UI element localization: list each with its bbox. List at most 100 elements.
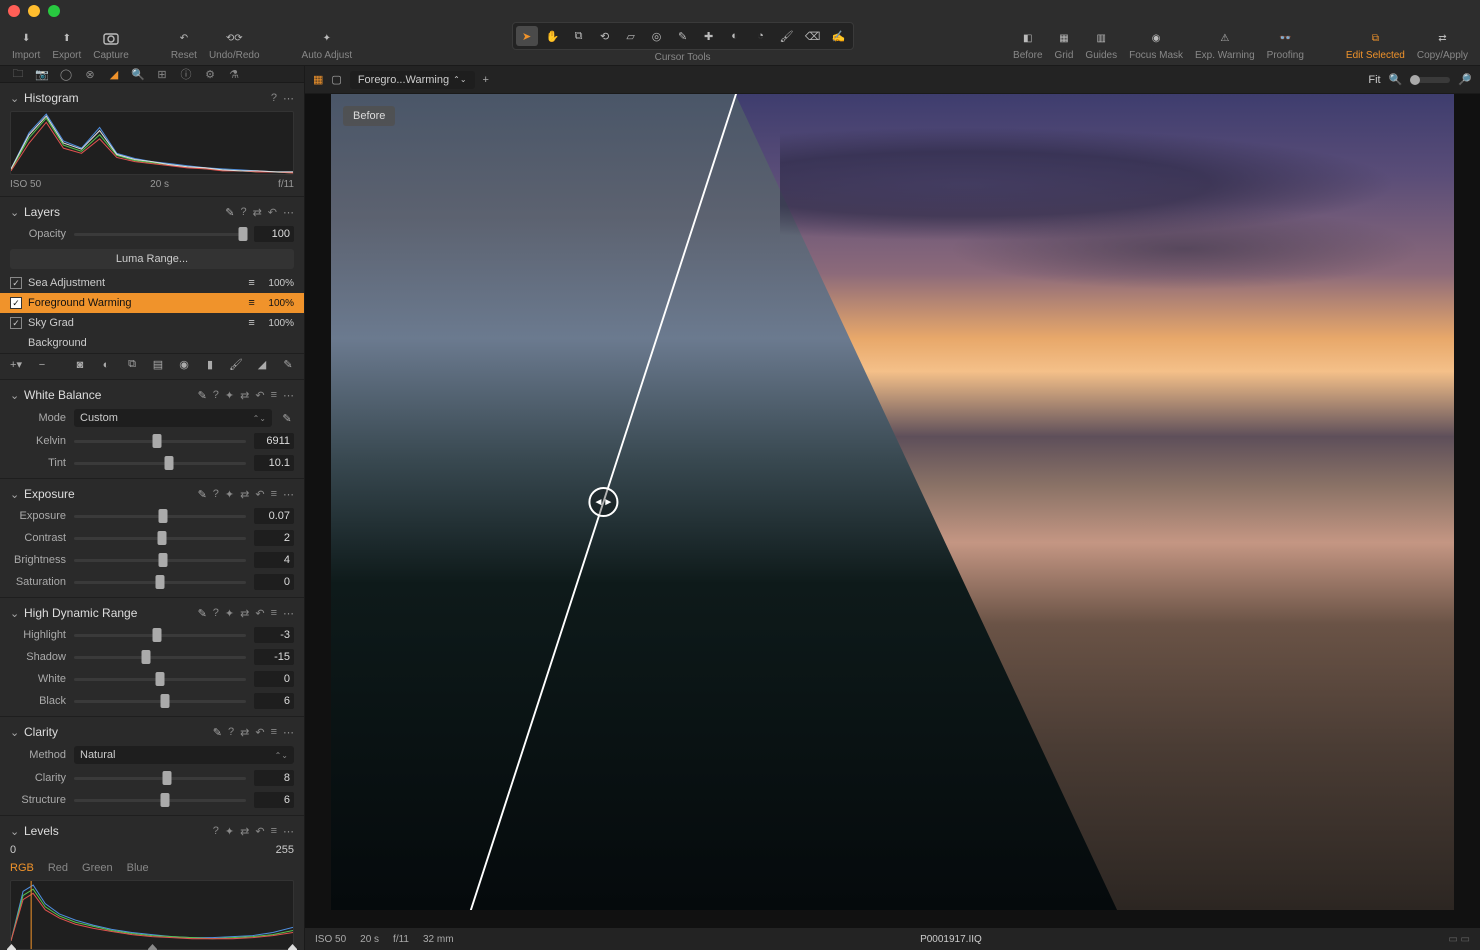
- radial-mask-icon[interactable]: ◉: [176, 358, 192, 371]
- erase-mask-icon[interactable]: ◢: [254, 358, 270, 371]
- color-tab-icon[interactable]: ⊗: [82, 66, 98, 82]
- zoom-out-icon[interactable]: 🔍: [1389, 73, 1403, 86]
- settings-tab-icon[interactable]: ⚙: [202, 66, 218, 82]
- exposure-exposure-slider[interactable]: [74, 509, 246, 523]
- draw-mask-icon[interactable]: ✎: [280, 358, 296, 371]
- chevron-down-icon[interactable]: ⌄: [10, 607, 18, 620]
- channel-tab[interactable]: Red: [48, 862, 68, 874]
- rating-widget-icon[interactable]: ▭ ▭: [1448, 934, 1470, 945]
- tint-slider[interactable]: [74, 456, 246, 470]
- variant-selector[interactable]: Foregro...Warming⌃⌄: [350, 71, 475, 89]
- chevron-down-icon[interactable]: ⌄: [10, 726, 18, 739]
- library-tab-icon[interactable]: 🗀: [10, 66, 26, 82]
- brush-icon[interactable]: ✎: [225, 206, 234, 219]
- reset-icon[interactable]: ↶: [255, 488, 264, 501]
- hdr-black-slider[interactable]: [74, 694, 246, 708]
- help-icon[interactable]: ?: [213, 825, 219, 837]
- add-variant-icon[interactable]: +: [483, 74, 489, 86]
- zoom-slider[interactable]: [1410, 77, 1450, 83]
- preset-icon[interactable]: ≡: [271, 389, 277, 401]
- eraser-tool-icon[interactable]: ⌫: [802, 26, 824, 46]
- layer-item[interactable]: ✓Sky Grad≡100%: [0, 313, 304, 333]
- hdr-white-slider[interactable]: [74, 672, 246, 686]
- chevron-down-icon[interactable]: ⌄: [10, 389, 18, 402]
- edit-selected-button[interactable]: ⧉Edit Selected: [1340, 27, 1411, 63]
- exposure-tab-icon[interactable]: ◢: [106, 66, 122, 82]
- details-tab-icon[interactable]: 🔍: [130, 66, 146, 82]
- layer-item[interactable]: Background: [0, 333, 304, 353]
- capture-button[interactable]: Capture: [87, 27, 135, 63]
- chevron-down-icon[interactable]: ⌄: [10, 488, 18, 501]
- heal-tool-icon[interactable]: ✚: [698, 26, 720, 46]
- metadata-tab-icon[interactable]: ⓘ: [178, 66, 194, 82]
- clarity-structure-slider[interactable]: [74, 793, 246, 807]
- help-icon[interactable]: ?: [213, 488, 219, 500]
- preset-icon[interactable]: ≡: [271, 488, 277, 500]
- help-icon[interactable]: ?: [271, 92, 277, 104]
- output-tab-icon[interactable]: ⚗: [226, 66, 242, 82]
- hdr-white-value[interactable]: 0: [254, 671, 294, 687]
- hdr-highlight-slider[interactable]: [74, 628, 246, 642]
- zoom-in-icon[interactable]: 🔎: [1458, 73, 1472, 86]
- annotation-tool-icon[interactable]: ✍: [828, 26, 850, 46]
- proofing-button[interactable]: 👓Proofing: [1261, 27, 1310, 63]
- layer-checkbox[interactable]: ✓: [10, 277, 22, 289]
- lens-tab-icon[interactable]: ◯: [58, 66, 74, 82]
- layer-item[interactable]: ✓Foreground Warming≡100%: [0, 293, 304, 313]
- zoom-fit-label[interactable]: Fit: [1368, 74, 1380, 86]
- copy-icon[interactable]: ⇄: [240, 389, 249, 402]
- help-icon[interactable]: ?: [240, 206, 246, 218]
- browser-view-icon[interactable]: ▦: [313, 73, 323, 86]
- gradient-mask-icon[interactable]: ▤: [150, 358, 166, 371]
- panel-menu-icon[interactable]: ⋯: [283, 92, 294, 105]
- maximize-icon[interactable]: [48, 5, 60, 17]
- copy-icon[interactable]: ⇄: [240, 607, 249, 620]
- invert-mask-icon[interactable]: ◐: [98, 359, 114, 371]
- panel-menu-icon[interactable]: ⋯: [283, 607, 294, 620]
- pointer-tool-icon[interactable]: ➤: [516, 26, 538, 46]
- channel-tab[interactable]: Green: [82, 862, 113, 874]
- capture-tab-icon[interactable]: 📷: [34, 66, 50, 82]
- exposure-saturation-value[interactable]: 0: [254, 574, 294, 590]
- clarity-clarity-slider[interactable]: [74, 771, 246, 785]
- fill-mask-icon[interactable]: ▮: [202, 358, 218, 371]
- import-button[interactable]: ⬇Import: [6, 27, 46, 63]
- exp-warning-button[interactable]: ⚠Exp. Warning: [1189, 27, 1261, 63]
- brush-icon[interactable]: ✎: [213, 726, 222, 739]
- layer-checkbox[interactable]: ✓: [10, 297, 22, 309]
- exposure-contrast-value[interactable]: 2: [254, 530, 294, 546]
- grid-button[interactable]: ▦Grid: [1049, 27, 1080, 63]
- help-icon[interactable]: ?: [213, 607, 219, 619]
- preset-icon[interactable]: ≡: [271, 607, 277, 619]
- clarity-structure-value[interactable]: 6: [254, 792, 294, 808]
- opacity-value[interactable]: 100: [254, 226, 294, 242]
- brush-icon[interactable]: ✎: [198, 389, 207, 402]
- auto-icon[interactable]: ✦: [225, 389, 234, 402]
- canvas[interactable]: Before ◄►: [305, 94, 1480, 928]
- reset-icon[interactable]: ↶: [255, 607, 264, 620]
- exposure-saturation-slider[interactable]: [74, 575, 246, 589]
- hdr-highlight-value[interactable]: -3: [254, 627, 294, 643]
- copy-icon[interactable]: ⇄: [240, 726, 249, 739]
- wb-picker-icon[interactable]: ✎: [280, 412, 294, 425]
- rotate-tool-icon[interactable]: ⟲: [594, 26, 616, 46]
- exposure-exposure-value[interactable]: 0.07: [254, 508, 294, 524]
- before-button[interactable]: ◧Before: [1007, 27, 1048, 63]
- kelvin-slider[interactable]: [74, 434, 246, 448]
- keystone-tool-icon[interactable]: ▱: [620, 26, 642, 46]
- export-button[interactable]: ⬆Export: [46, 27, 87, 63]
- focus-mask-button[interactable]: ◉Focus Mask: [1123, 27, 1189, 63]
- copy-apply-button[interactable]: ⇄Copy/Apply: [1411, 27, 1474, 63]
- radial-tool-icon[interactable]: ◔: [750, 26, 772, 46]
- hdr-shadow-value[interactable]: -15: [254, 649, 294, 665]
- spot-tool-icon[interactable]: ◎: [646, 26, 668, 46]
- levels-graph[interactable]: [10, 880, 294, 950]
- guides-button[interactable]: ▥Guides: [1079, 27, 1123, 63]
- hdr-black-value[interactable]: 6: [254, 693, 294, 709]
- panel-menu-icon[interactable]: ⋯: [283, 825, 294, 838]
- mask-icon[interactable]: ≡: [248, 297, 262, 309]
- undo-redo-button[interactable]: ⟲⟳Undo/Redo: [203, 27, 266, 63]
- add-layer-icon[interactable]: +▾: [8, 358, 24, 371]
- chevron-down-icon[interactable]: ⌄: [10, 92, 18, 105]
- opacity-slider[interactable]: [74, 227, 246, 241]
